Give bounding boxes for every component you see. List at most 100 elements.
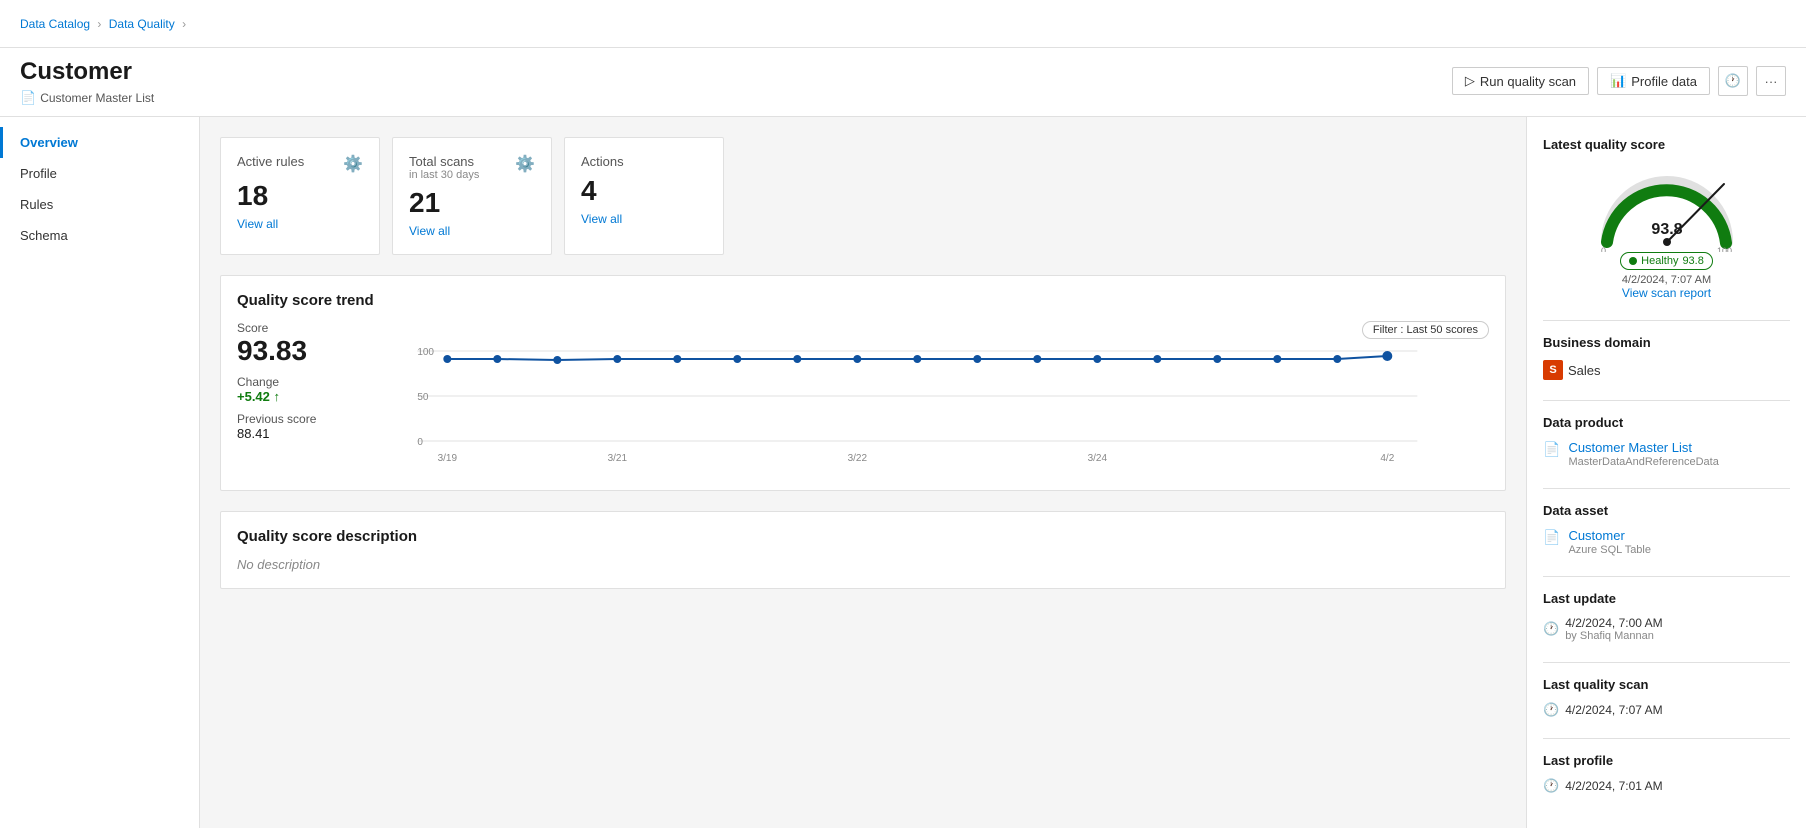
change-value: +5.42 ↑ bbox=[237, 389, 316, 404]
sidebar-overview-label: Overview bbox=[20, 135, 78, 150]
file-icon: 📄 bbox=[20, 90, 36, 106]
main-layout: Overview Profile Rules Schema Active rul… bbox=[0, 117, 1806, 828]
data-product-section: Data product 📄 Customer Master List Mast… bbox=[1543, 415, 1790, 468]
prev-score-value: 88.41 bbox=[237, 426, 316, 441]
active-rules-card: Active rules ⚙️ 18 View all bbox=[220, 137, 380, 255]
last-update-row: 🕐 4/2/2024, 7:00 AM by Shafiq Mannan bbox=[1543, 616, 1790, 642]
svg-text:100: 100 bbox=[418, 347, 435, 358]
rules-icon: ⚙️ bbox=[343, 154, 363, 174]
sidebar-schema-label: Schema bbox=[20, 228, 68, 243]
play-icon: ▷ bbox=[1465, 73, 1475, 89]
breadcrumb: Data Catalog › Data Quality › bbox=[20, 17, 190, 31]
last-quality-scan-date: 4/2/2024, 7:07 AM bbox=[1565, 703, 1662, 717]
data-product-link[interactable]: Customer Master List bbox=[1568, 440, 1692, 455]
latest-quality-score-title: Latest quality score bbox=[1543, 137, 1790, 152]
score-info: Score 93.83 Change +5.42 ↑ Previous scor… bbox=[237, 321, 316, 474]
last-update-by: by Shafiq Mannan bbox=[1565, 630, 1662, 642]
last-profile-section: Last profile 🕐 4/2/2024, 7:01 AM bbox=[1543, 753, 1790, 794]
breadcrumb-data-catalog[interactable]: Data Catalog bbox=[20, 17, 90, 31]
gauge-chart: 0 100 93.8 bbox=[1587, 162, 1747, 252]
divider-5 bbox=[1543, 662, 1790, 663]
svg-text:3/24: 3/24 bbox=[1088, 453, 1108, 464]
actions-card: Actions 4 View all bbox=[564, 137, 724, 255]
filter-badge[interactable]: Filter : Last 50 scores bbox=[1362, 321, 1489, 339]
svg-text:93.8: 93.8 bbox=[1651, 221, 1682, 238]
profile-data-button[interactable]: 📊 Profile data bbox=[1597, 67, 1710, 95]
trend-chart: 100 50 0 bbox=[346, 341, 1489, 471]
sidebar-item-profile[interactable]: Profile bbox=[0, 158, 199, 189]
divider-4 bbox=[1543, 576, 1790, 577]
chart-icon: 📊 bbox=[1610, 73, 1626, 89]
data-asset-row: 📄 Customer Azure SQL Table bbox=[1543, 528, 1790, 556]
sidebar-profile-label: Profile bbox=[20, 166, 57, 181]
desc-section-title: Quality score description bbox=[237, 528, 1489, 545]
change-label: Change bbox=[237, 375, 316, 389]
sidebar-item-rules[interactable]: Rules bbox=[0, 189, 199, 220]
divider-3 bbox=[1543, 488, 1790, 489]
svg-text:3/22: 3/22 bbox=[848, 453, 868, 464]
last-profile-title: Last profile bbox=[1543, 753, 1790, 768]
data-asset-icon: 📄 bbox=[1543, 529, 1560, 546]
sidebar-item-schema[interactable]: Schema bbox=[0, 220, 199, 251]
header-actions: ▷ Run quality scan 📊 Profile data 🕐 ··· bbox=[1452, 58, 1786, 96]
right-panel: Latest quality score 0 100 93.8 bbox=[1526, 117, 1806, 828]
top-bar: Data Catalog › Data Quality › bbox=[0, 0, 1806, 48]
domain-icon: S bbox=[1543, 360, 1563, 380]
actions-view-all[interactable]: View all bbox=[581, 212, 622, 226]
data-asset-link[interactable]: Customer bbox=[1568, 528, 1624, 543]
page-title: Customer bbox=[20, 58, 154, 86]
healthy-dot bbox=[1629, 257, 1637, 265]
total-scans-card: Total scans in last 30 days ⚙️ 21 View a… bbox=[392, 137, 552, 255]
active-rules-view-all[interactable]: View all bbox=[237, 217, 278, 231]
domain-name: Sales bbox=[1568, 363, 1601, 378]
scans-icon: ⚙️ bbox=[515, 154, 535, 174]
card-title-scans: Total scans in last 30 days bbox=[409, 154, 479, 181]
last-update-info: 4/2/2024, 7:00 AM by Shafiq Mannan bbox=[1565, 616, 1662, 642]
data-product-title: Data product bbox=[1543, 415, 1790, 430]
page-header: Customer 📄 Customer Master List ▷ Run qu… bbox=[0, 48, 1806, 117]
last-quality-scan-section: Last quality scan 🕐 4/2/2024, 7:07 AM bbox=[1543, 677, 1790, 718]
card-title-rules: Active rules bbox=[237, 154, 304, 169]
last-quality-scan-title: Last quality scan bbox=[1543, 677, 1790, 692]
data-asset-sub: Azure SQL Table bbox=[1568, 544, 1651, 556]
clock-icon-scan: 🕐 bbox=[1543, 702, 1559, 718]
score-main-value: 93.83 bbox=[237, 335, 316, 367]
breadcrumb-sep1: › bbox=[97, 17, 101, 31]
prev-score-label: Previous score bbox=[237, 412, 316, 426]
business-domain-title: Business domain bbox=[1543, 335, 1790, 350]
breadcrumb-data-quality[interactable]: Data Quality bbox=[109, 17, 175, 31]
clock-icon-update: 🕐 bbox=[1543, 621, 1559, 637]
sidebar-item-overview[interactable]: Overview bbox=[0, 127, 199, 158]
last-profile-row: 🕐 4/2/2024, 7:01 AM bbox=[1543, 778, 1790, 794]
data-product-row: 📄 Customer Master List MasterDataAndRefe… bbox=[1543, 440, 1790, 468]
clock-icon: 🕐 bbox=[1725, 73, 1741, 89]
total-scans-view-all[interactable]: View all bbox=[409, 224, 450, 238]
data-product-icon: 📄 bbox=[1543, 441, 1560, 458]
more-options-button[interactable]: 🕐 bbox=[1718, 66, 1748, 96]
last-profile-date: 4/2/2024, 7:01 AM bbox=[1565, 779, 1662, 793]
divider-6 bbox=[1543, 738, 1790, 739]
data-product-sub: MasterDataAndReferenceData bbox=[1568, 456, 1718, 468]
card-header-scans: Total scans in last 30 days ⚙️ bbox=[409, 154, 535, 181]
latest-quality-score-section: Latest quality score 0 100 93.8 bbox=[1543, 137, 1790, 300]
dots-icon: ··· bbox=[1765, 74, 1778, 89]
last-quality-scan-row: 🕐 4/2/2024, 7:07 AM bbox=[1543, 702, 1790, 718]
svg-text:0: 0 bbox=[418, 437, 424, 448]
healthy-badge: Healthy 93.8 bbox=[1620, 252, 1713, 270]
view-scan-report-link[interactable]: View scan report bbox=[1622, 286, 1711, 300]
page-subtitle: 📄 Customer Master List bbox=[20, 90, 154, 116]
card-header-rules: Active rules ⚙️ bbox=[237, 154, 363, 174]
breadcrumb-sep2: › bbox=[182, 17, 186, 31]
sidebar: Overview Profile Rules Schema bbox=[0, 117, 200, 828]
run-quality-scan-button[interactable]: ▷ Run quality scan bbox=[1452, 67, 1589, 95]
no-description-text: No description bbox=[237, 557, 1489, 572]
sidebar-rules-label: Rules bbox=[20, 197, 53, 212]
svg-text:4/2: 4/2 bbox=[1381, 453, 1395, 464]
ellipsis-button[interactable]: ··· bbox=[1756, 66, 1786, 96]
page-title-area: Customer 📄 Customer Master List bbox=[20, 58, 154, 116]
svg-text:3/19: 3/19 bbox=[438, 453, 458, 464]
clock-icon-profile: 🕐 bbox=[1543, 778, 1559, 794]
domain-tag: S Sales bbox=[1543, 360, 1601, 380]
chart-area: Filter : Last 50 scores 100 50 0 bbox=[346, 321, 1489, 474]
svg-text:3/21: 3/21 bbox=[608, 453, 628, 464]
